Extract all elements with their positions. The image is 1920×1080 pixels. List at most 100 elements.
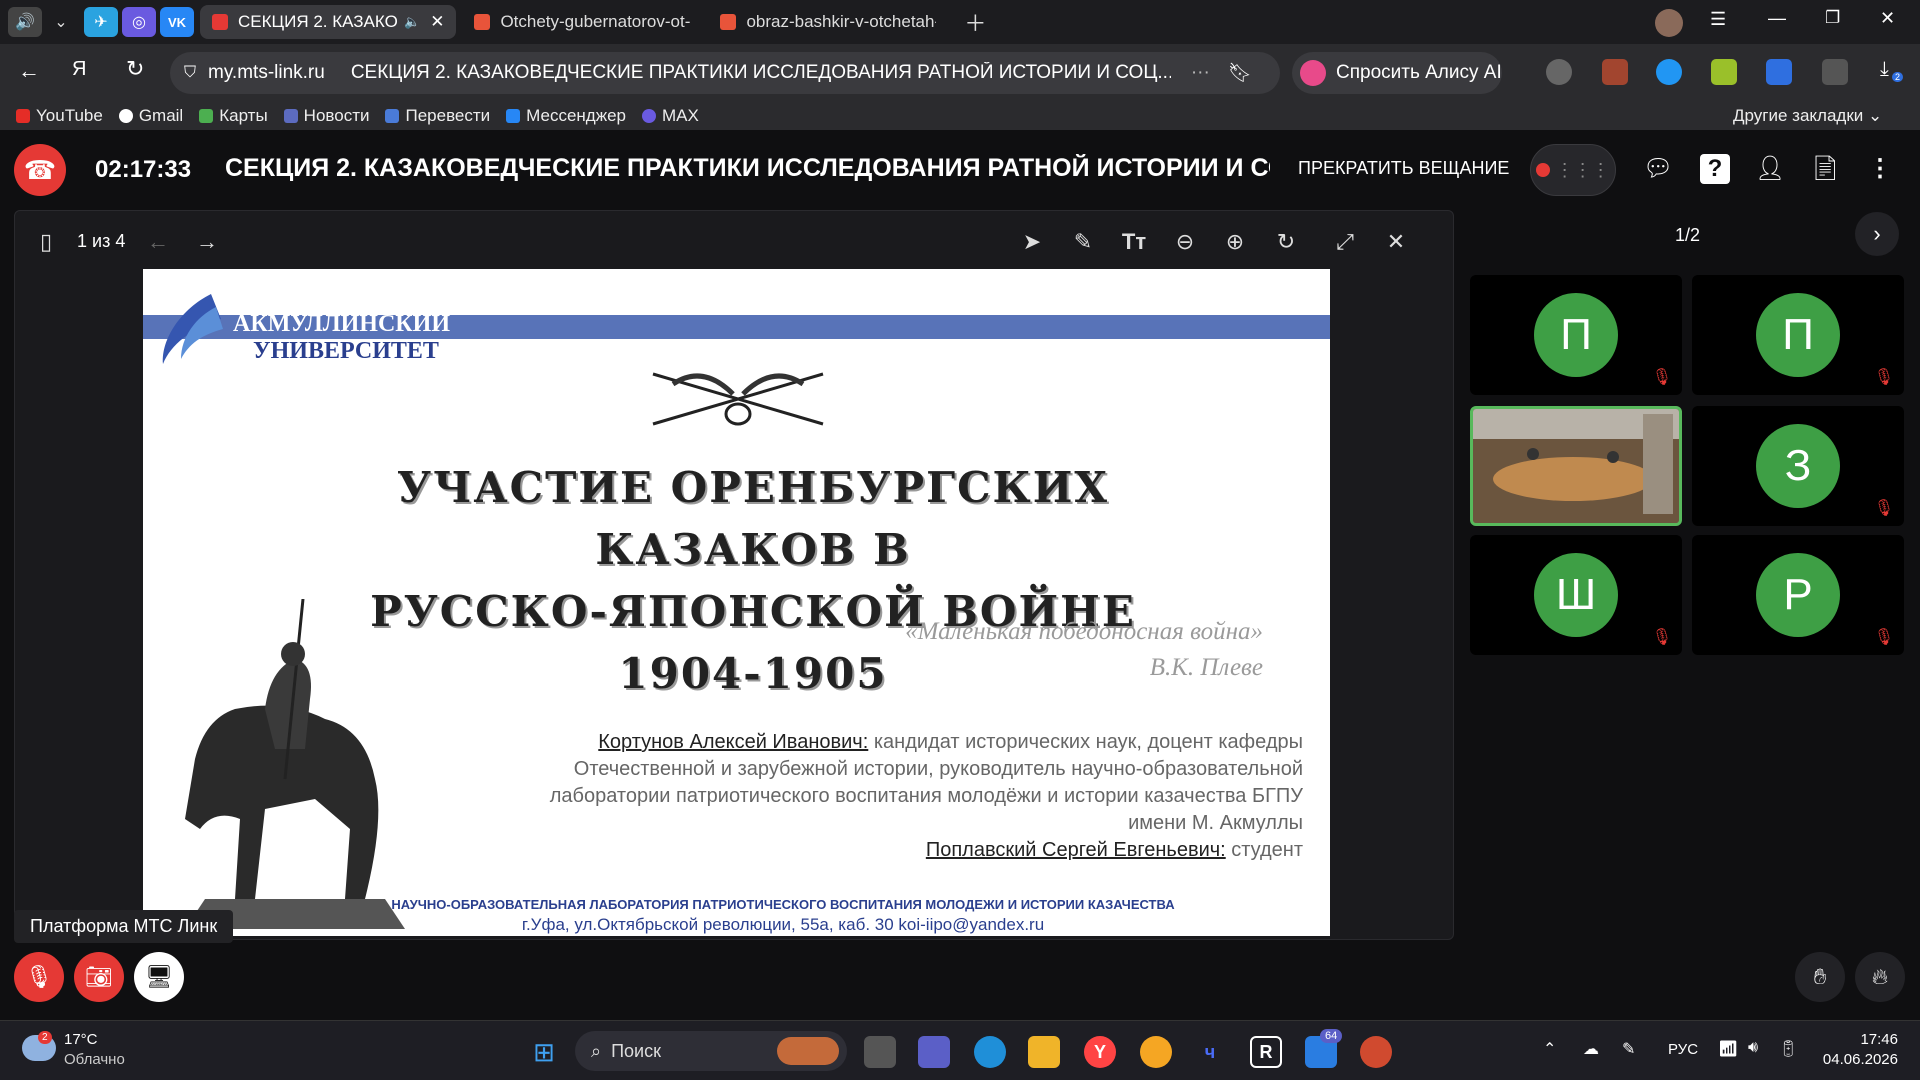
profile-avatar[interactable] <box>1655 9 1683 37</box>
discount-extension-icon[interactable] <box>1711 59 1737 85</box>
record-icon[interactable] <box>1536 163 1551 177</box>
participant-tile[interactable]: П 🎙︎ <box>1470 275 1682 395</box>
wifi-icon[interactable]: 📶︎ <box>1718 1039 1738 1059</box>
bookmark-maps[interactable]: Карты <box>199 106 268 126</box>
r-app-icon[interactable]: R <box>1250 1036 1282 1068</box>
reactions-button[interactable]: 🔥︎ <box>1855 952 1905 1002</box>
battery-icon[interactable]: 🔋︎ <box>1778 1039 1798 1059</box>
tray-chevron-icon[interactable]: ⌃ <box>1543 1039 1556 1059</box>
speaker-icon[interactable]: 🔈 <box>404 14 420 30</box>
text-tool-icon[interactable]: Tт <box>1119 229 1149 255</box>
edge-icon[interactable] <box>974 1036 1006 1068</box>
tabs-dropdown-icon[interactable]: ⌄ <box>42 6 80 38</box>
vk-tab-icon[interactable]: VK <box>160 7 194 37</box>
bookmark-messenger[interactable]: Мессенджер <box>506 106 626 126</box>
camera-off-button[interactable]: 📷︎ <box>74 952 124 1002</box>
mic-off-icon: 🎙︎ <box>25 964 53 989</box>
participant-video-tile[interactable] <box>1470 406 1682 526</box>
audio-wave-icon[interactable]: ⋮⋮⋮ <box>1556 160 1610 181</box>
shield-icon[interactable]: ⛉ <box>184 64 196 82</box>
close-tab-icon[interactable]: ✕ <box>430 12 444 32</box>
pen-icon[interactable]: ✎ <box>1068 229 1098 255</box>
more-vertical-icon[interactable]: ⋮ <box>1865 154 1895 184</box>
camera-extension-icon[interactable] <box>1602 59 1628 85</box>
record-control[interactable]: ⋮⋮⋮ <box>1530 144 1616 196</box>
participant-tile[interactable]: З 🎙︎ <box>1692 406 1904 526</box>
chat-icon[interactable]: 💬︎ <box>1643 154 1673 184</box>
sound-icon[interactable]: 🔊 <box>8 7 42 37</box>
taskbar-search[interactable]: ⌕ Поиск <box>575 1031 847 1071</box>
max-tab-icon[interactable]: ◎ <box>122 7 156 37</box>
windows-start-icon[interactable]: ⊞ <box>528 1036 560 1068</box>
globe-extension-icon[interactable] <box>1546 59 1572 85</box>
restore-icon[interactable]: ❐ <box>1825 8 1840 28</box>
pdf-reader-icon[interactable] <box>1360 1036 1392 1068</box>
close-window-icon[interactable]: ✕ <box>1880 8 1895 29</box>
volume-icon[interactable]: 🔊︎ <box>1748 1039 1758 1057</box>
question-icon[interactable]: ? <box>1700 154 1730 184</box>
screen-share-button[interactable]: 🖥︎ <box>134 952 184 1002</box>
telegram-tab-icon[interactable]: ✈ <box>84 7 118 37</box>
url-field[interactable]: ⛉ my.mts-link.ru СЕКЦИЯ 2. КАЗАКОВЕДЧЕСК… <box>170 52 1280 94</box>
participants-icon[interactable]: 👤︎ <box>1755 154 1785 184</box>
downloads-icon[interactable]: ⤓ 2 <box>1880 58 1904 82</box>
tab-otchety[interactable]: Otchety-gubernatorov-ot- <box>462 5 702 39</box>
bookmark-translate[interactable]: Перевести <box>385 106 490 126</box>
rotate-icon[interactable]: ↻ <box>1271 229 1301 255</box>
yandex-icon[interactable]: Я <box>72 58 86 81</box>
minimize-icon[interactable]: — <box>1768 8 1786 29</box>
hangup-button[interactable]: ☎ <box>14 144 66 196</box>
clock-date[interactable]: 04.06.2026 <box>1816 1051 1898 1068</box>
ask-alice-button[interactable]: Спросить Алису AI <box>1292 52 1502 94</box>
bookmark-icon[interactable]: 🔖︎ <box>1228 61 1252 85</box>
task-view-icon[interactable] <box>864 1036 896 1068</box>
new-tab-icon[interactable]: ＋ <box>956 6 994 38</box>
news-icon <box>283 109 298 123</box>
more-icon[interactable]: ··· <box>1191 62 1210 84</box>
participant-tile[interactable]: П 🎙︎ <box>1692 275 1904 395</box>
fullscreen-icon[interactable]: ⤢ <box>1330 229 1360 255</box>
bookmark-news[interactable]: Новости <box>283 106 369 126</box>
bookmark-gmail[interactable]: Gmail <box>118 106 183 126</box>
participant-tile[interactable]: Р 🎙︎ <box>1692 535 1904 655</box>
zoom-in-icon[interactable]: ⊕ <box>1220 229 1250 255</box>
stop-broadcast-button[interactable]: ПРЕКРАТИТЬ ВЕЩАНИЕ <box>1298 158 1509 179</box>
file-explorer-icon[interactable] <box>1028 1036 1060 1068</box>
clock-time[interactable]: 17:46 <box>1858 1031 1898 1048</box>
slide-quote: «Маленькая победоносная война» В.К. Плев… <box>905 618 1263 681</box>
platform-label: Платформа МТС Линк <box>14 910 234 943</box>
viber-icon[interactable]: ч <box>1194 1036 1226 1068</box>
next-page-icon[interactable]: → <box>192 229 222 255</box>
back-icon[interactable]: ← <box>18 58 40 84</box>
prev-page-icon[interactable]: ← <box>143 229 173 255</box>
bookmark-max[interactable]: MAX <box>642 106 699 126</box>
pen-tray-icon[interactable]: ✎ <box>1622 1039 1635 1059</box>
tab-obraz[interactable]: obraz-bashkir-v-otchetah- <box>708 5 948 39</box>
bookmark-youtube[interactable]: YouTube <box>16 106 103 126</box>
close-viewer-icon[interactable]: ✕ <box>1381 229 1411 255</box>
avatar: П <box>1756 293 1840 377</box>
teams-icon[interactable] <box>918 1036 950 1068</box>
tab-mts-link[interactable]: СЕКЦИЯ 2. КАЗАКО 🔈 ✕ <box>200 5 457 39</box>
sidebar-toggle-icon[interactable]: ▯ <box>31 229 61 255</box>
mic-off-button[interactable]: 🎙︎ <box>14 952 64 1002</box>
onedrive-icon[interactable]: ☁ <box>1583 1039 1599 1059</box>
participant-tile[interactable]: Ш 🎙︎ <box>1470 535 1682 655</box>
music-app-icon[interactable] <box>1140 1036 1172 1068</box>
zoom-out-icon[interactable]: ⊖ <box>1170 229 1200 255</box>
language-indicator[interactable]: РУС <box>1668 1041 1698 1058</box>
next-participants-icon[interactable]: › <box>1855 212 1899 256</box>
yandex-browser-icon[interactable]: Y <box>1084 1036 1116 1068</box>
translate-extension-icon[interactable] <box>1766 59 1792 85</box>
menu-icon[interactable]: ☰ <box>1710 9 1726 30</box>
raise-hand-button[interactable]: ✋︎ <box>1795 952 1845 1002</box>
translate-icon <box>385 109 400 123</box>
other-bookmarks[interactable]: Другие закладки ⌄ <box>1733 106 1882 126</box>
collections-extension-icon[interactable] <box>1822 59 1848 85</box>
file-icon[interactable]: 📄︎ <box>1810 154 1840 184</box>
avatar: Ш <box>1534 553 1618 637</box>
sync-extension-icon[interactable] <box>1656 59 1682 85</box>
slide: АКМУЛЛИНСКИЙ УНИВЕРСИТЕТ УЧАСТИЕ ОРЕНБУР… <box>143 269 1330 936</box>
pointer-icon[interactable]: ➤ <box>1017 229 1047 255</box>
reload-icon[interactable]: ↻ <box>126 56 144 82</box>
